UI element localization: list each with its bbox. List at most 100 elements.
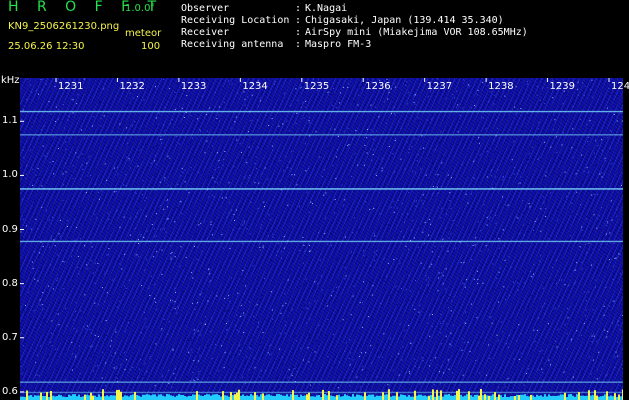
noise-speck	[507, 378, 509, 380]
file-name: KN9_2506261230.png	[8, 21, 120, 32]
noise-speck	[158, 112, 160, 114]
noise-speck	[199, 294, 201, 296]
signal-bar	[582, 395, 584, 400]
noise-speck	[234, 353, 236, 355]
signal-bar	[560, 394, 562, 400]
noise-speck	[519, 232, 521, 234]
signal-bar	[26, 390, 28, 400]
noise-speck	[58, 109, 60, 111]
noise-speck	[109, 104, 111, 106]
noise-speck	[201, 106, 203, 108]
noise-speck	[193, 380, 195, 382]
noise-speck	[43, 302, 45, 304]
noise-speck	[99, 267, 101, 269]
signal-bar	[330, 395, 332, 400]
noise-speck	[534, 341, 536, 343]
noise-speck	[117, 173, 119, 175]
noise-speck	[338, 286, 340, 288]
noise-speck	[73, 144, 75, 146]
noise-speck	[48, 356, 49, 358]
noise-speck	[174, 260, 176, 262]
noise-speck	[615, 257, 617, 259]
noise-speck	[65, 290, 67, 291]
noise-speck	[621, 120, 623, 122]
noise-speck	[128, 279, 130, 281]
noise-speck	[90, 242, 92, 244]
noise-speck	[427, 179, 429, 181]
noise-speck	[545, 175, 547, 177]
noise-speck	[97, 263, 99, 264]
noise-speck	[536, 94, 538, 96]
noise-speck	[307, 307, 309, 309]
noise-speck	[82, 169, 84, 170]
noise-speck	[324, 233, 326, 234]
noise-speck	[26, 99, 28, 100]
signal-bar	[132, 394, 134, 400]
noise-speck	[48, 219, 50, 221]
noise-speck	[315, 164, 317, 166]
noise-speck	[160, 138, 162, 140]
noise-speck	[249, 347, 251, 349]
signal-bar	[190, 396, 192, 400]
noise-speck	[425, 379, 427, 381]
noise-speck	[256, 248, 258, 250]
noise-speck	[383, 258, 385, 260]
noise-speck	[310, 384, 312, 386]
noise-speck	[501, 191, 503, 193]
noise-speck	[155, 213, 157, 215]
signal-bar	[192, 394, 194, 400]
noise-speck	[334, 301, 336, 303]
noise-speck	[308, 122, 310, 124]
noise-speck	[400, 127, 402, 129]
noise-speck	[325, 192, 327, 194]
noise-speck	[554, 284, 556, 286]
noise-speck	[26, 165, 27, 167]
signal-bar	[178, 394, 180, 400]
noise-speck	[510, 176, 512, 177]
noise-speck	[506, 268, 508, 269]
noise-speck	[253, 194, 255, 196]
meta-separator: :	[295, 3, 302, 14]
noise-speck	[320, 275, 322, 277]
noise-speck	[334, 199, 336, 200]
noise-speck	[134, 121, 135, 123]
noise-speck	[181, 107, 183, 109]
noise-speck	[289, 104, 291, 106]
noise-speck	[564, 284, 566, 286]
noise-speck	[590, 373, 592, 375]
noise-speck	[50, 238, 52, 240]
noise-speck	[487, 249, 489, 251]
noise-speck	[230, 298, 232, 300]
signal-bar	[488, 395, 490, 400]
meta-row-location: Receiving Location: Chigasaki, Japan (139…	[181, 15, 504, 27]
noise-speck	[381, 356, 383, 358]
noise-speck	[92, 192, 94, 194]
noise-speck	[192, 277, 194, 279]
noise-speck	[401, 359, 403, 361]
noise-speck	[129, 92, 131, 94]
noise-speck	[438, 272, 440, 274]
noise-speck	[32, 209, 34, 211]
noise-speck	[250, 202, 252, 204]
noise-speck	[138, 239, 139, 241]
noise-speck	[510, 267, 512, 268]
noise-speck	[601, 377, 603, 379]
noise-speck	[34, 251, 36, 253]
noise-speck	[279, 332, 281, 334]
noise-speck	[405, 279, 407, 281]
noise-speck	[263, 215, 265, 217]
noise-speck	[511, 163, 512, 165]
signal-bar	[604, 394, 606, 400]
noise-speck	[240, 316, 242, 317]
noise-speck	[606, 260, 608, 262]
noise-speck	[108, 253, 110, 255]
noise-speck	[127, 142, 129, 144]
noise-speck	[441, 343, 443, 345]
noise-speck	[221, 267, 223, 269]
noise-speck	[459, 327, 461, 329]
noise-speck	[120, 288, 122, 289]
noise-speck	[467, 84, 469, 86]
noise-speck	[366, 129, 368, 130]
noise-speck	[116, 377, 118, 379]
noise-speck	[596, 378, 598, 380]
